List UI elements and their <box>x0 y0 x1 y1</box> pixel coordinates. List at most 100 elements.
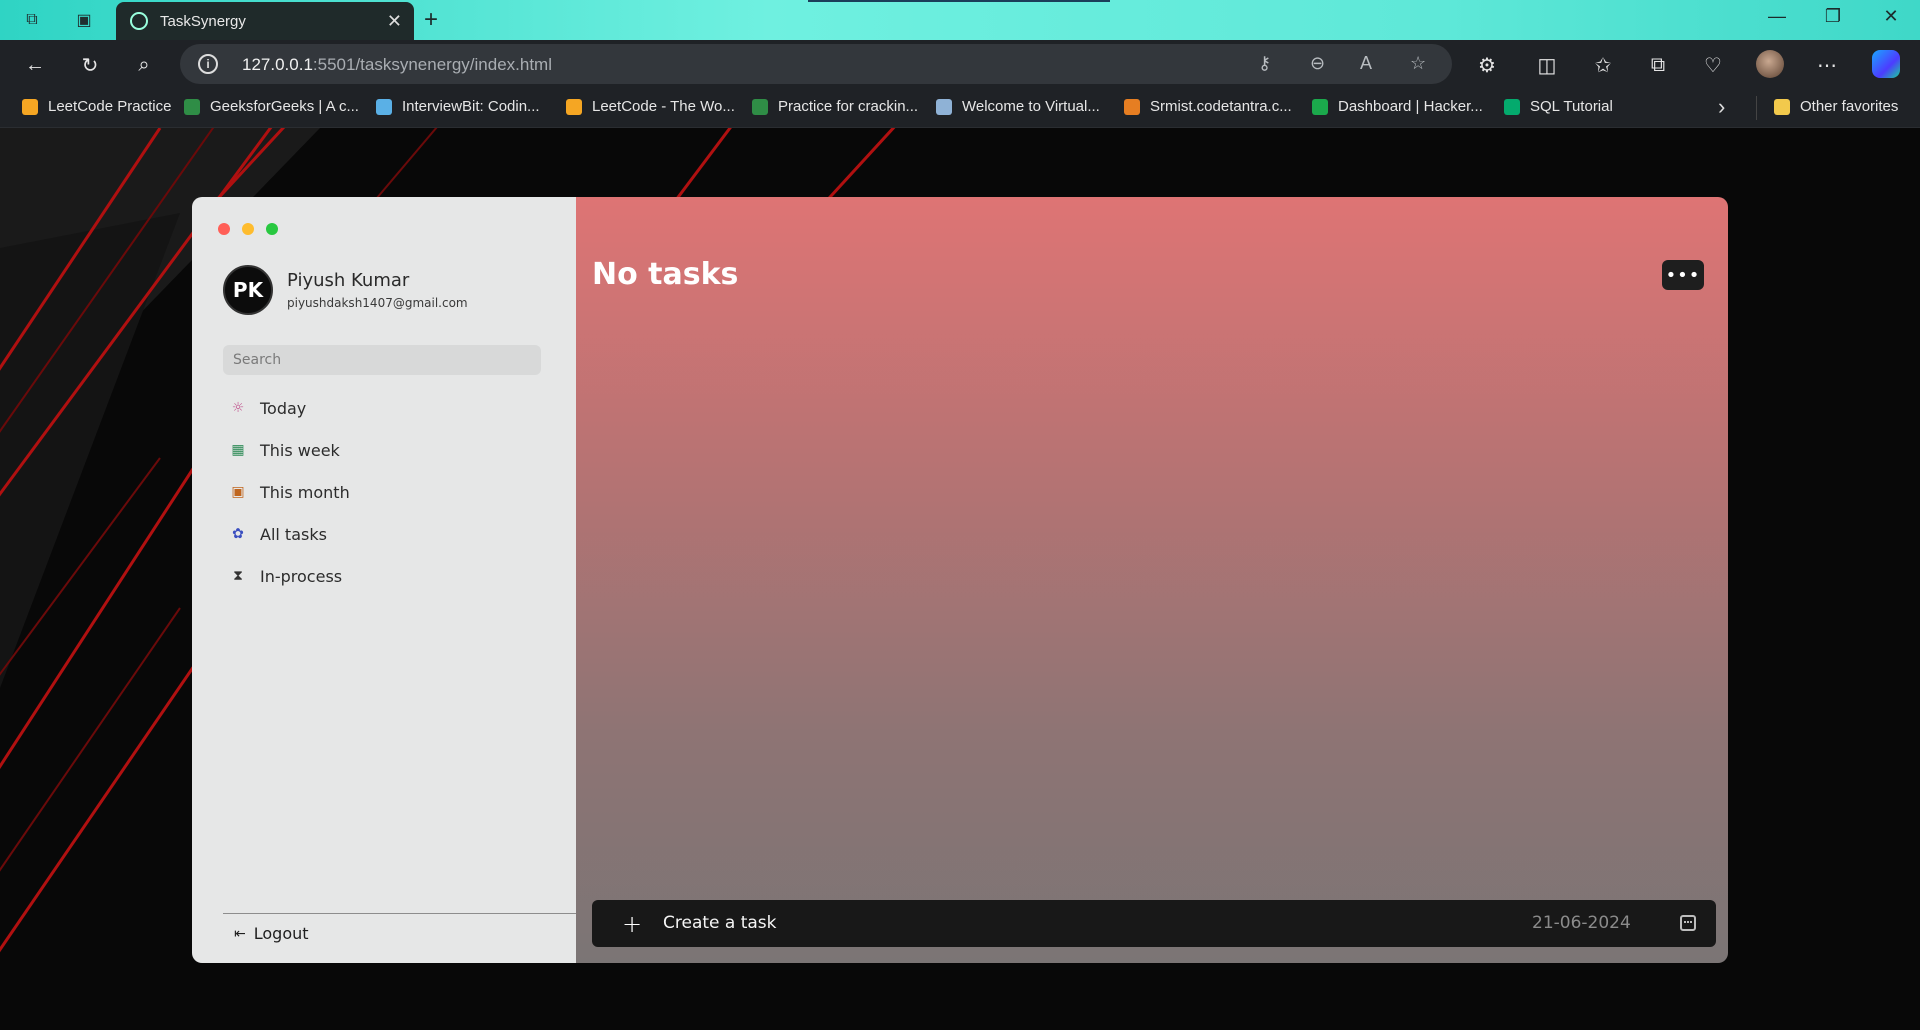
favorite-link[interactable]: LeetCode - The Wo... <box>566 98 735 115</box>
other-favorites-folder[interactable]: Other favorites <box>1774 98 1898 115</box>
close-dot-icon[interactable] <box>218 223 230 235</box>
sun-icon: ☼ <box>231 400 245 416</box>
tab-favicon-icon <box>130 12 148 30</box>
nav-item-label: This week <box>260 440 340 460</box>
favorite-label: Practice for crackin... <box>778 98 919 115</box>
favicon-icon <box>936 98 952 115</box>
address-bar[interactable]: i 127.0.0.1:5501/tasksynenergy/index.htm… <box>180 44 1452 84</box>
new-tab-icon[interactable]: + <box>424 6 438 34</box>
browser-essentials-icon[interactable]: ♡ <box>1700 52 1726 78</box>
sidebar: PK Piyush Kumar piyushdaksh1407@gmail.co… <box>192 197 576 963</box>
other-favorites-label: Other favorites <box>1800 98 1899 115</box>
favorite-link[interactable]: LeetCode Practice <box>22 98 171 115</box>
plus-icon[interactable]: + <box>622 910 642 938</box>
nav-item-all-tasks[interactable]: ✿ All tasks <box>230 513 350 555</box>
nav-item-label: Today <box>260 398 307 418</box>
page-background: PK Piyush Kumar piyushdaksh1407@gmail.co… <box>0 128 1920 1030</box>
favorite-label: Srmist.codetantra.c... <box>1150 98 1292 115</box>
search-input[interactable] <box>223 345 541 375</box>
zoom-out-icon[interactable]: ⊖ <box>1310 53 1325 74</box>
window-controls <box>218 223 278 235</box>
reload-icon[interactable]: ↻ <box>77 52 103 78</box>
favorites-bar: LeetCode Practice GeeksforGeeks | A c... I… <box>0 88 1920 128</box>
site-info-icon[interactable]: i <box>198 54 218 74</box>
nav-item-label: In-process <box>260 566 343 586</box>
password-key-icon[interactable]: ⚷ <box>1258 53 1271 74</box>
nav-item-label: This month <box>260 482 350 502</box>
favorites-divider <box>1756 96 1757 120</box>
favicon-icon <box>184 98 200 115</box>
due-date-field[interactable]: 21-06-2024 <box>1532 913 1631 933</box>
profile-name: Piyush Kumar <box>287 270 410 291</box>
loading-indicator <box>808 0 1110 2</box>
more-menu-button[interactable]: ••• <box>1662 260 1704 290</box>
nav-item-today[interactable]: ☼ Today <box>230 387 350 429</box>
favicon-icon <box>22 98 38 115</box>
folder-icon <box>1774 98 1790 115</box>
read-aloud-icon[interactable]: A <box>1360 53 1372 74</box>
favicon-icon <box>1124 98 1140 115</box>
favorite-label: GeeksforGeeks | A c... <box>210 98 359 115</box>
app-window: PK Piyush Kumar piyushdaksh1407@gmail.co… <box>192 197 1728 963</box>
favorite-label: LeetCode - The Wo... <box>592 98 735 115</box>
copilot-icon[interactable] <box>1872 50 1900 78</box>
workspaces-icon[interactable]: ⧉ <box>20 8 44 32</box>
favorite-link[interactable]: SQL Tutorial <box>1504 98 1613 115</box>
collections-icon[interactable]: ⧉ <box>1645 52 1671 78</box>
browser-profile-avatar[interactable] <box>1756 50 1784 78</box>
favorite-label: Dashboard | Hacker... <box>1338 98 1483 115</box>
minimize-dot-icon[interactable] <box>242 223 254 235</box>
page-title: No tasks <box>592 257 739 292</box>
more-options-icon[interactable]: ⋯ <box>1814 52 1840 78</box>
logout-button[interactable]: ⇤ Logout <box>234 924 309 943</box>
favorite-label: Welcome to Virtual... <box>962 98 1100 115</box>
profile-email: piyushdaksh1407@gmail.com <box>287 296 468 310</box>
nav-item-in-process[interactable]: ⧗ In-process <box>230 555 350 597</box>
main-panel: No tasks ••• + Create a task 21-06-2024 <box>576 197 1728 963</box>
favorite-label: LeetCode Practice <box>48 98 172 115</box>
browser-toolbar: ← ↻ ⌕ i 127.0.0.1:5501/tasksynenergy/ind… <box>0 40 1920 88</box>
back-icon[interactable]: ← <box>22 52 48 78</box>
favorite-link[interactable]: Practice for crackin... <box>752 98 918 115</box>
maximize-dot-icon[interactable] <box>266 223 278 235</box>
favorites-icon[interactable]: ✩ <box>1590 52 1616 78</box>
favorite-link[interactable]: Dashboard | Hacker... <box>1312 98 1483 115</box>
tab-close-icon[interactable]: ✕ <box>387 11 402 32</box>
restore-icon[interactable]: ❐ <box>1818 6 1848 27</box>
chevron-right-icon[interactable]: › <box>1718 94 1725 120</box>
nav-item-this-week[interactable]: ▦ This week <box>230 429 350 471</box>
favorite-star-icon[interactable]: ☆ <box>1410 53 1426 74</box>
favorite-label: SQL Tutorial <box>1530 98 1613 115</box>
logout-icon: ⇤ <box>234 925 246 942</box>
calendar-picker-icon[interactable] <box>1680 915 1696 931</box>
favorite-link[interactable]: Srmist.codetantra.c... <box>1124 98 1292 115</box>
favorite-label: InterviewBit: Codin... <box>402 98 540 115</box>
nav-item-this-month[interactable]: ▣ This month <box>230 471 350 513</box>
favorite-link[interactable]: Welcome to Virtual... <box>936 98 1100 115</box>
favicon-icon <box>1312 98 1328 115</box>
extensions-icon[interactable]: ⚙ <box>1474 52 1500 78</box>
grid-icon: ▦ <box>231 442 245 458</box>
favicon-icon <box>1504 98 1520 115</box>
hourglass-icon: ⧗ <box>233 568 243 584</box>
url-path: :5501/tasksynenergy/index.html <box>312 55 552 74</box>
tab-title: TaskSynergy <box>160 12 246 30</box>
profile-avatar[interactable]: PK <box>223 265 273 315</box>
url-text[interactable]: 127.0.0.1:5501/tasksynenergy/index.html <box>242 55 552 75</box>
favicon-icon <box>566 98 582 115</box>
puzzle-icon: ✿ <box>232 526 244 542</box>
favicon-icon <box>376 98 392 115</box>
calendar-icon: ▣ <box>231 484 245 500</box>
search-icon[interactable]: ⌕ <box>131 52 157 78</box>
browser-tab-active[interactable]: TaskSynergy ✕ <box>116 2 414 40</box>
favorite-link[interactable]: GeeksforGeeks | A c... <box>184 98 359 115</box>
favicon-icon <box>752 98 768 115</box>
ellipsis-icon: ••• <box>1665 264 1701 286</box>
vertical-tabs-icon[interactable]: ▣ <box>72 8 96 32</box>
split-screen-icon[interactable]: ◫ <box>1534 52 1560 78</box>
logout-label: Logout <box>253 924 309 943</box>
window-close-icon[interactable]: ✕ <box>1876 6 1906 27</box>
create-task-input[interactable]: Create a task <box>663 913 777 933</box>
minimize-icon[interactable]: — <box>1762 6 1792 27</box>
favorite-link[interactable]: InterviewBit: Codin... <box>376 98 540 115</box>
